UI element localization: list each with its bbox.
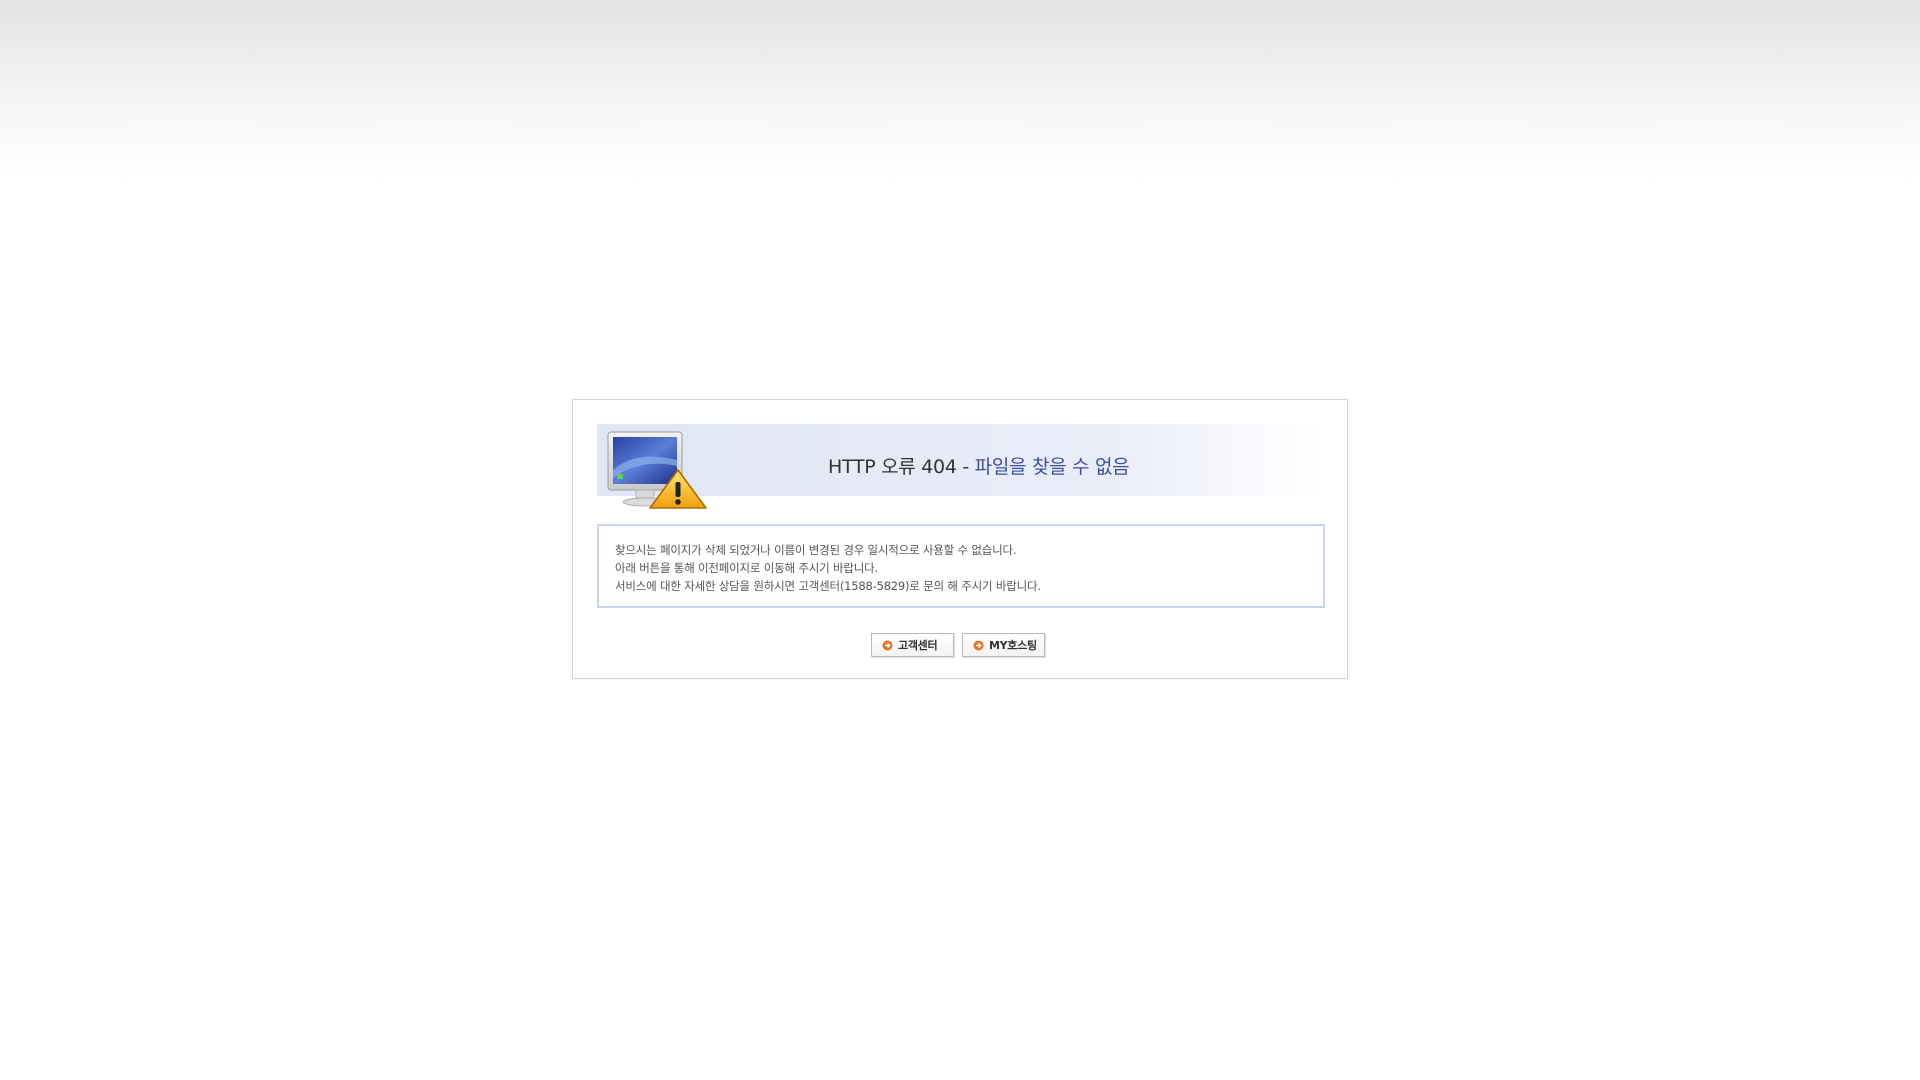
my-hosting-label: MY호스팅 bbox=[989, 639, 1037, 652]
computer-warning-icon bbox=[607, 431, 707, 509]
title-prefix: HTTP 오류 404 - bbox=[828, 456, 975, 478]
my-hosting-button[interactable]: MY호스팅 bbox=[962, 633, 1045, 657]
message-line-3: 서비스에 대한 자세한 상담을 원하시면 고객센터(1588-5829)로 문의… bbox=[615, 579, 1041, 593]
message-line-1: 찾으시는 페이지가 삭제 되었거나 이름이 변경된 경우 일시적으로 사용할 수… bbox=[615, 543, 1017, 557]
button-row: 고객센터 MY호스팅 bbox=[573, 633, 1349, 657]
customer-center-button[interactable]: 고객센터 bbox=[871, 633, 954, 657]
page-title: HTTP 오류 404 - 파일을 찾을 수 없음 bbox=[828, 452, 1130, 479]
message-box: 찾으시는 페이지가 삭제 되었거나 이름이 변경된 경우 일시적으로 사용할 수… bbox=[597, 524, 1325, 608]
error-panel: HTTP 오류 404 - 파일을 찾을 수 없음 찾으시는 페이지가 삭제 되… bbox=[572, 399, 1348, 679]
title-accent: 파일을 찾을 수 없음 bbox=[974, 456, 1130, 478]
arrow-circle-icon bbox=[973, 640, 984, 650]
message-line-2: 아래 버튼을 통해 이전페이지로 이동해 주시기 바랍니다. bbox=[615, 561, 878, 575]
arrow-circle-icon bbox=[882, 640, 893, 650]
customer-center-label: 고객센터 bbox=[898, 639, 938, 652]
